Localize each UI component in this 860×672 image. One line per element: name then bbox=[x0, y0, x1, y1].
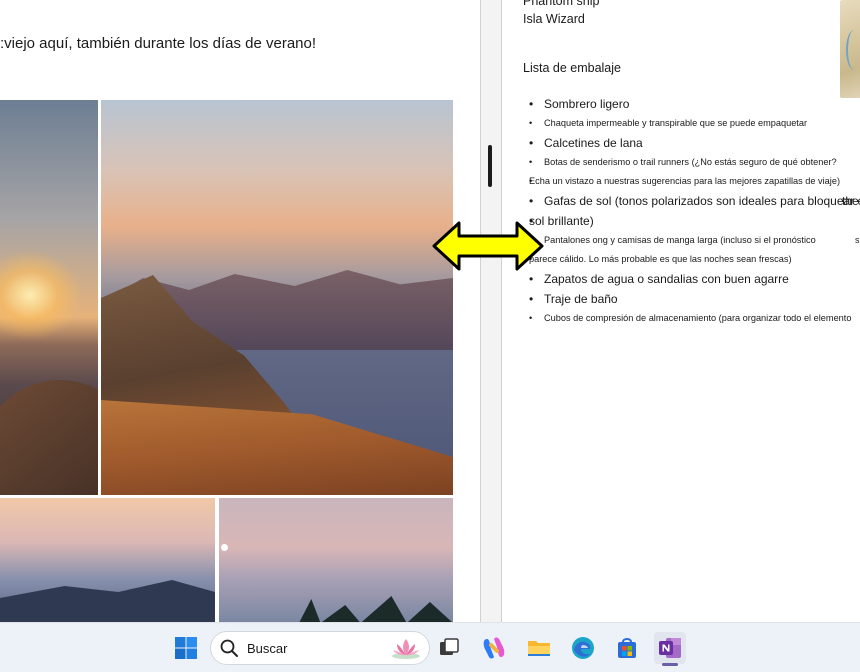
list-item[interactable]: Pantalones ong y camisas de manga larga … bbox=[529, 231, 859, 250]
note-line-phantom-ship: Phantom ship bbox=[523, 0, 600, 8]
list-item[interactable]: Botas de senderismo o trail runners (¿No… bbox=[529, 153, 859, 172]
packing-list: Sombrero ligero Chaqueta impermeable y t… bbox=[529, 94, 860, 328]
document-text-line: :viejo aquí, también durante los días de… bbox=[0, 35, 317, 52]
list-item[interactable]: Gafas de sol (tonos polarizados son idea… bbox=[529, 191, 860, 211]
list-item-continuation[interactable]: Echa un vistazo a nuestras sugerencias p… bbox=[529, 172, 859, 191]
packing-list-title: Lista de embalaje bbox=[523, 61, 621, 75]
onenote-icon[interactable] bbox=[654, 632, 686, 664]
search-icon bbox=[220, 639, 238, 657]
list-item[interactable]: Cubos de compresión de almacenamiento (p… bbox=[529, 309, 859, 328]
list-item[interactable]: Traje de baño bbox=[529, 289, 859, 309]
divider-handle[interactable] bbox=[488, 145, 492, 187]
taskbar: Buscar bbox=[0, 622, 860, 672]
search-placeholder: Buscar bbox=[247, 640, 288, 656]
task-view-icon[interactable] bbox=[433, 632, 465, 664]
file-explorer-icon[interactable] bbox=[523, 632, 555, 664]
note-line-isla-wizard: Isla Wizard bbox=[523, 12, 585, 26]
note-top-lines: Phantom ship Isla Wizard bbox=[523, 0, 599, 28]
resize-double-arrow-icon bbox=[432, 221, 544, 271]
list-item[interactable]: Calcetines de lana bbox=[529, 133, 859, 153]
list-item-continuation[interactable]: sol brillante) bbox=[529, 211, 859, 231]
moon bbox=[221, 544, 228, 551]
photo-grass bbox=[101, 400, 453, 495]
copilot-icon[interactable] bbox=[478, 632, 510, 664]
taskbar-search-box[interactable]: Buscar bbox=[210, 631, 430, 665]
windows-start-icon[interactable] bbox=[170, 632, 202, 664]
snap-divider[interactable] bbox=[480, 0, 502, 622]
photo-moon-treeline[interactable] bbox=[219, 498, 453, 622]
lotus-highlight-icon[interactable] bbox=[389, 635, 423, 661]
photo-sunset-left[interactable] bbox=[0, 100, 98, 495]
overflow-text-fragment: the bbox=[842, 194, 859, 208]
map-thumbnail[interactable] bbox=[840, 0, 860, 98]
edge-browser-icon[interactable] bbox=[567, 632, 599, 664]
overflow-text-fragment: s bbox=[855, 235, 860, 245]
list-item[interactable]: Zapatos de agua o sandalias con buen aga… bbox=[529, 269, 859, 289]
microsoft-store-icon[interactable] bbox=[611, 632, 643, 664]
active-app-indicator bbox=[662, 663, 678, 666]
photo-lake-dusk[interactable] bbox=[0, 498, 215, 622]
list-item[interactable]: Chaqueta impermeable y transpirable que … bbox=[529, 114, 859, 133]
left-document-window: :viejo aquí, también durante los días de… bbox=[0, 0, 480, 622]
photo-crater-lake-cliff[interactable] bbox=[101, 100, 453, 495]
list-item-continuation[interactable]: parece cálido. Lo más probable es que la… bbox=[529, 250, 859, 269]
list-item[interactable]: Sombrero ligero bbox=[529, 94, 859, 114]
onenote-window: Phantom ship Isla Wizard Lista de embala… bbox=[502, 0, 860, 622]
